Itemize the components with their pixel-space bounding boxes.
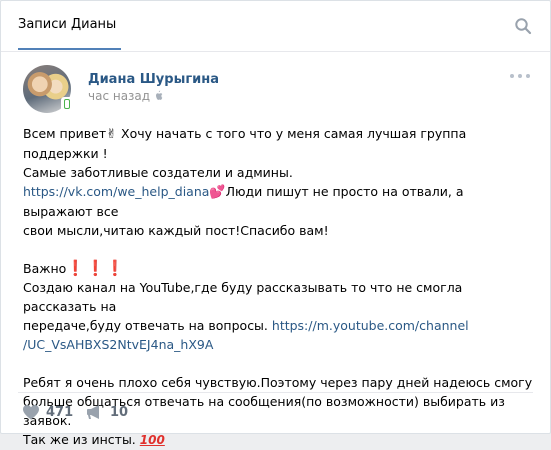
avatar[interactable]: [23, 65, 73, 113]
likes-count: 471: [46, 405, 74, 420]
text-line-2: Самые заботливые создатели и админы.: [23, 165, 293, 180]
mobile-online-icon: [61, 97, 73, 111]
like-button[interactable]: 471: [22, 404, 73, 424]
author-name[interactable]: Диана Шурыгина: [88, 72, 219, 87]
shares-count: 10: [110, 405, 129, 420]
actions-divider: [18, 392, 533, 393]
heart-emoji: 💕: [209, 185, 226, 200]
exclamation-emojis: ❗❗❗: [66, 259, 126, 277]
post-text: Всем привет✌ Хочу начать с того что у ме…: [23, 124, 533, 450]
youtube-link-part-2[interactable]: /UC_VsAHBXS2NtvEJ4na_hX9A: [23, 337, 213, 352]
hundred-points-emoji: 100: [139, 433, 165, 447]
active-tab-underline: [18, 48, 121, 50]
tab-dianas-posts[interactable]: Записи Дианы: [18, 17, 116, 32]
text-line-8a: передаче,буду отвечать на вопросы.: [23, 318, 272, 333]
important-label: Важно: [23, 261, 67, 276]
text-line-1a: Всем привет: [23, 126, 107, 141]
wall-card: Записи Дианы Диана Шурыгина час назад Вс…: [0, 0, 551, 447]
search-icon[interactable]: [514, 17, 532, 35]
text-line-4: свои мысли,читаю каждый пост!Спасибо вам…: [23, 223, 329, 238]
post-time-text[interactable]: час назад: [88, 89, 150, 103]
vk-group-link[interactable]: https://vk.com/we_help_diana: [23, 184, 209, 199]
heart-icon: [23, 405, 39, 420]
victory-hand-emoji: ✌: [106, 127, 118, 142]
text-line-7: Создаю канал на YouTube,где буду рассказ…: [23, 280, 467, 314]
megaphone-icon: [87, 405, 99, 419]
more-dots-icon[interactable]: [510, 71, 532, 81]
youtube-link-part-1[interactable]: https://m.youtube.com/channel: [272, 318, 469, 333]
text-line-11: Ребят я очень плохо себя чувствую.Поэтом…: [23, 375, 533, 390]
apple-icon: [154, 90, 163, 101]
tabs-bar: Записи Дианы: [1, 1, 550, 52]
post-time: час назад: [88, 89, 163, 103]
share-button[interactable]: 10: [86, 404, 128, 424]
text-line-13: Так же из инсты.: [23, 432, 140, 447]
